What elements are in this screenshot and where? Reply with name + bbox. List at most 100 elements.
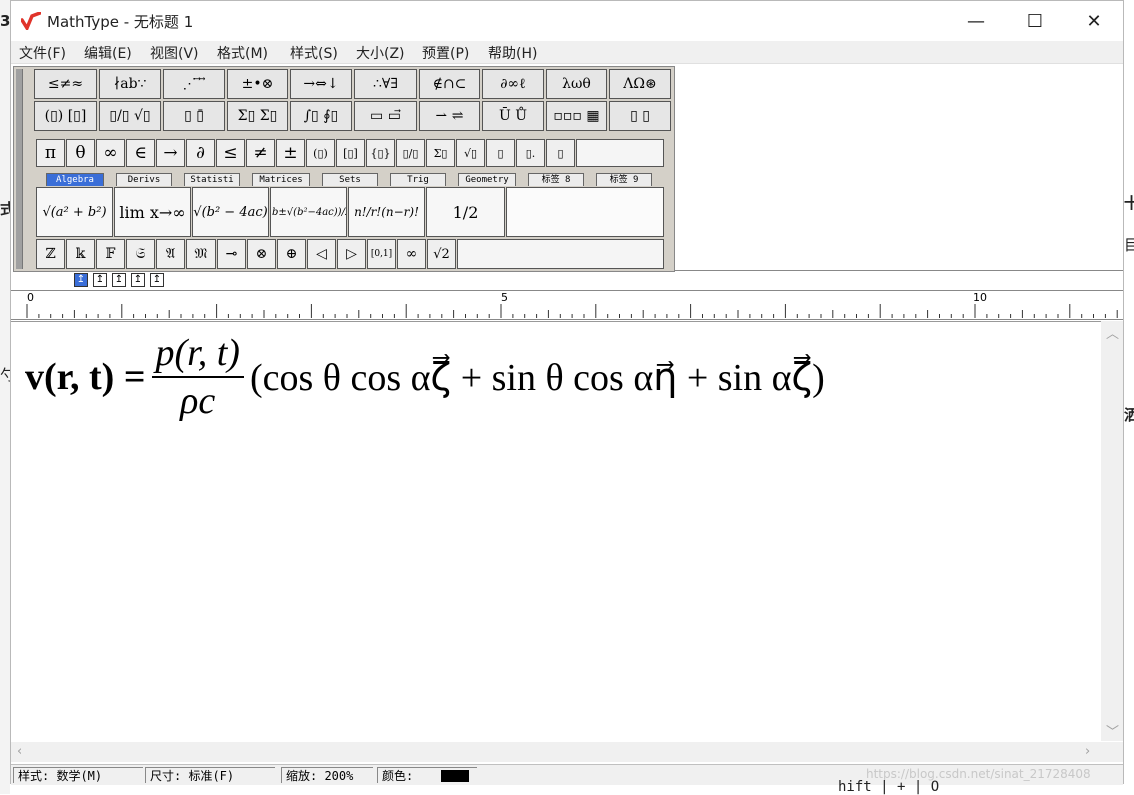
menu-help[interactable]: 帮助(H) [488, 43, 537, 63]
title-bar[interactable]: MathType - 无标题 1 — ☐ ✕ [11, 1, 1123, 41]
tab-trig[interactable]: Trig [390, 173, 446, 186]
tab-label-9[interactable]: 标签 9 [596, 173, 652, 186]
palette-operators[interactable]: ±•⊗ [227, 69, 288, 99]
status-size[interactable]: 尺寸: 标准(F) [145, 767, 275, 783]
template-parentheses[interactable]: (▯) [306, 139, 335, 167]
palette-fences[interactable]: (▯) [▯] [34, 101, 97, 131]
palette-matrices[interactable]: ▫▫▫ ▦ [546, 101, 607, 131]
symbol-integers[interactable]: ℤ [36, 239, 65, 269]
tab-geometry[interactable]: Geometry [458, 173, 516, 186]
palette-scripts[interactable]: ▯ ▯̄ [163, 101, 225, 131]
minimize-button[interactable]: — [947, 1, 1005, 41]
palette-labeled-arrows[interactable]: ⇀ ⇌ [419, 101, 480, 131]
palette-products[interactable]: Ū Ů [482, 101, 544, 131]
symbol-less-equal[interactable]: ≤ [216, 139, 245, 167]
nudge-button-4[interactable]: ↥ [131, 273, 145, 287]
horizontal-scrollbar[interactable]: ‹ › [11, 742, 1101, 762]
palette-grip[interactable] [16, 69, 23, 269]
symbol-sqrt-2[interactable]: √2 [427, 239, 456, 269]
symbol-right-triangle[interactable]: ▷ [337, 239, 366, 269]
template-superscript[interactable]: ▯ [486, 139, 515, 167]
template-one-half[interactable]: 1/2 [426, 187, 505, 237]
palette-greek-upper[interactable]: ΛΩ⊛ [609, 69, 671, 99]
symbol-multimap[interactable]: ⊸ [217, 239, 246, 269]
tab-derivs[interactable]: Derivs [116, 173, 172, 186]
menu-edit[interactable]: 编辑(E) [84, 43, 132, 63]
tab-matrices[interactable]: Matrices [252, 173, 310, 186]
equation-edit-area[interactable]: v(r, t) = p(r, t) ρc (cos θ cos αζ⃗ + si… [11, 321, 1101, 742]
template-fraction[interactable]: ▯/▯ [396, 139, 425, 167]
template-combination[interactable]: n!/r!(n−r)! [348, 187, 425, 237]
palette-fractions-radicals[interactable]: ▯/▯ √▯ [99, 101, 161, 131]
symbol-fraktur-m[interactable]: 𝔐 [186, 239, 216, 269]
symbol-right-arrow[interactable]: → [156, 139, 185, 167]
symbol-partial[interactable]: ∂ [186, 139, 215, 167]
template-empty-slot[interactable] [506, 187, 664, 237]
nudge-button-5[interactable]: ↥ [150, 273, 164, 287]
template-limit[interactable]: lim x→∞ [114, 187, 191, 237]
maximize-button[interactable]: ☐ [1006, 1, 1064, 41]
menu-size[interactable]: 大小(Z) [356, 43, 405, 63]
menu-view[interactable]: 视图(V) [150, 43, 199, 63]
symbol-fraktur-s[interactable]: 𝔖 [126, 239, 155, 269]
palette-boxes[interactable]: ▯ ▯ [609, 101, 671, 131]
tab-sets[interactable]: Sets [322, 173, 378, 186]
symbol-interval[interactable]: [0,1] [367, 239, 396, 269]
vertical-scrollbar[interactable]: ︿ ﹀ [1101, 321, 1123, 741]
palette-embellishments[interactable]: ⋰ ⃗ ⃗ [163, 69, 225, 99]
symbol-field-k[interactable]: 𝕜 [66, 239, 95, 269]
palette-sets[interactable]: ∉∩⊂ [419, 69, 480, 99]
nudge-button-1[interactable]: ↥ [74, 273, 88, 287]
template-brackets[interactable]: [▯] [336, 139, 365, 167]
symbol-element-of[interactable]: ∈ [126, 139, 155, 167]
scroll-down-icon[interactable]: ﹀ [1106, 721, 1119, 740]
symbol-empty-slot-2[interactable] [457, 239, 664, 269]
symbol-plus-minus[interactable]: ± [276, 139, 305, 167]
template-hypotenuse[interactable]: √(a² + b²) [36, 187, 113, 237]
palette-summations[interactable]: Σ▯ Σ▯ [227, 101, 288, 131]
template-sub-superscript[interactable]: ▯ [546, 139, 575, 167]
tab-statistics[interactable]: Statisti [184, 173, 240, 186]
symbol-infinity-2[interactable]: ∞ [397, 239, 426, 269]
template-summation[interactable]: Σ▯ [426, 139, 455, 167]
menu-style[interactable]: 样式(S) [290, 43, 338, 63]
template-braces[interactable]: {▯} [366, 139, 395, 167]
scroll-up-icon[interactable]: ︿ [1106, 323, 1119, 342]
ruler[interactable]: 0 5 10 [11, 290, 1123, 320]
template-subscript[interactable]: ▯. [516, 139, 545, 167]
palette-bars-arrows[interactable]: ▭ ▭⃗ [354, 101, 417, 131]
nudge-button-2[interactable]: ↥ [93, 273, 107, 287]
symbol-pi[interactable]: π [36, 139, 65, 167]
nudge-button-3[interactable]: ↥ [112, 273, 126, 287]
symbol-circled-plus[interactable]: ⊕ [277, 239, 306, 269]
palette-logic[interactable]: ∴∀∃ [354, 69, 417, 99]
palette-misc[interactable]: ∂∞ℓ [482, 69, 544, 99]
palette-spaces[interactable]: ∤ab∵ [99, 69, 161, 99]
symbol-field-f[interactable]: 𝔽 [96, 239, 125, 269]
scroll-right-icon[interactable]: › [1085, 744, 1090, 759]
symbol-circled-times[interactable]: ⊗ [247, 239, 276, 269]
palette-integrals[interactable]: ∫▯ ∮▯ [290, 101, 352, 131]
symbol-left-triangle[interactable]: ◁ [307, 239, 336, 269]
palette-relations[interactable]: ≤≠≈ [34, 69, 97, 99]
symbol-infinity[interactable]: ∞ [96, 139, 125, 167]
tab-algebra[interactable]: Algebra [46, 173, 104, 186]
symbol-theta[interactable]: θ [66, 139, 95, 167]
close-button[interactable]: ✕ [1065, 1, 1123, 41]
tab-label-8[interactable]: 标签 8 [528, 173, 584, 186]
template-quadratic-formula[interactable]: (−b±√(b²−4ac))/2a [270, 187, 347, 237]
palette-greek-lower[interactable]: λωθ [546, 69, 607, 99]
menu-format[interactable]: 格式(M) [217, 43, 268, 63]
menu-file[interactable]: 文件(F) [19, 43, 66, 63]
symbol-not-equal[interactable]: ≠ [246, 139, 275, 167]
palette-arrows[interactable]: →⇔↓ [290, 69, 352, 99]
status-color-swatch[interactable] [441, 770, 469, 782]
status-zoom[interactable]: 缩放: 200% [281, 767, 373, 783]
status-style[interactable]: 样式: 数学(M) [13, 767, 143, 783]
scroll-left-icon[interactable]: ‹ [17, 744, 22, 759]
template-discriminant[interactable]: √(b² − 4ac) [192, 187, 269, 237]
symbol-empty-slot[interactable] [576, 139, 664, 167]
menu-preferences[interactable]: 预置(P) [422, 43, 469, 63]
symbol-fraktur-a[interactable]: 𝔄 [156, 239, 185, 269]
template-radical[interactable]: √▯ [456, 139, 485, 167]
